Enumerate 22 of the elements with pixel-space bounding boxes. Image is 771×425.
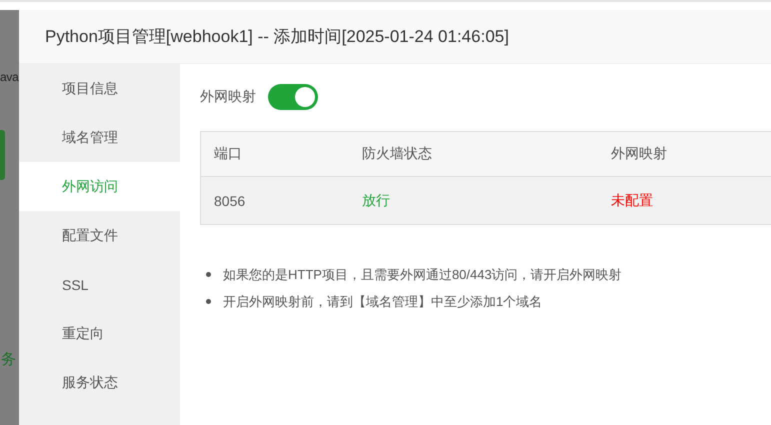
table-cell-text: 未配置 xyxy=(610,192,654,210)
sidebar-item[interactable]: 配置文件 xyxy=(19,211,180,260)
button-edge xyxy=(0,130,5,180)
column-header: 端口 xyxy=(213,145,243,163)
sidebar-item[interactable]: 重定向 xyxy=(19,309,180,358)
sidebar-item[interactable]: 服务状态 xyxy=(19,358,180,407)
toggle-switch[interactable] xyxy=(268,84,318,110)
sidebar-item[interactable]: 域名管理 xyxy=(19,113,180,162)
background-text: ava xyxy=(0,70,18,84)
note-text: 开启外网映射前，请到【域名管理】中至少添加1个域名 xyxy=(223,292,542,310)
toggle-label: 外网映射 xyxy=(200,88,256,106)
column-header: 防火墙状态 xyxy=(361,145,433,163)
sidebar-item[interactable]: 项目信息 xyxy=(19,64,180,113)
table-cell-text: 放行 xyxy=(361,192,391,210)
table-cell-text: 8056 xyxy=(213,192,246,208)
background-text: 务 xyxy=(1,350,16,369)
bullet-icon xyxy=(206,272,211,277)
sidebar-item[interactable]: SSL xyxy=(19,260,180,309)
bullet-icon xyxy=(206,299,211,304)
note-text: 如果您的是HTTP项目，且需要外网通过80/443访问，请开启外网映射 xyxy=(223,266,622,284)
window-title: Python项目管理[webhook1] -- 添加时间[2025-01-24 01:46:05] xyxy=(19,10,771,64)
column-header: 外网映射 xyxy=(610,145,668,163)
